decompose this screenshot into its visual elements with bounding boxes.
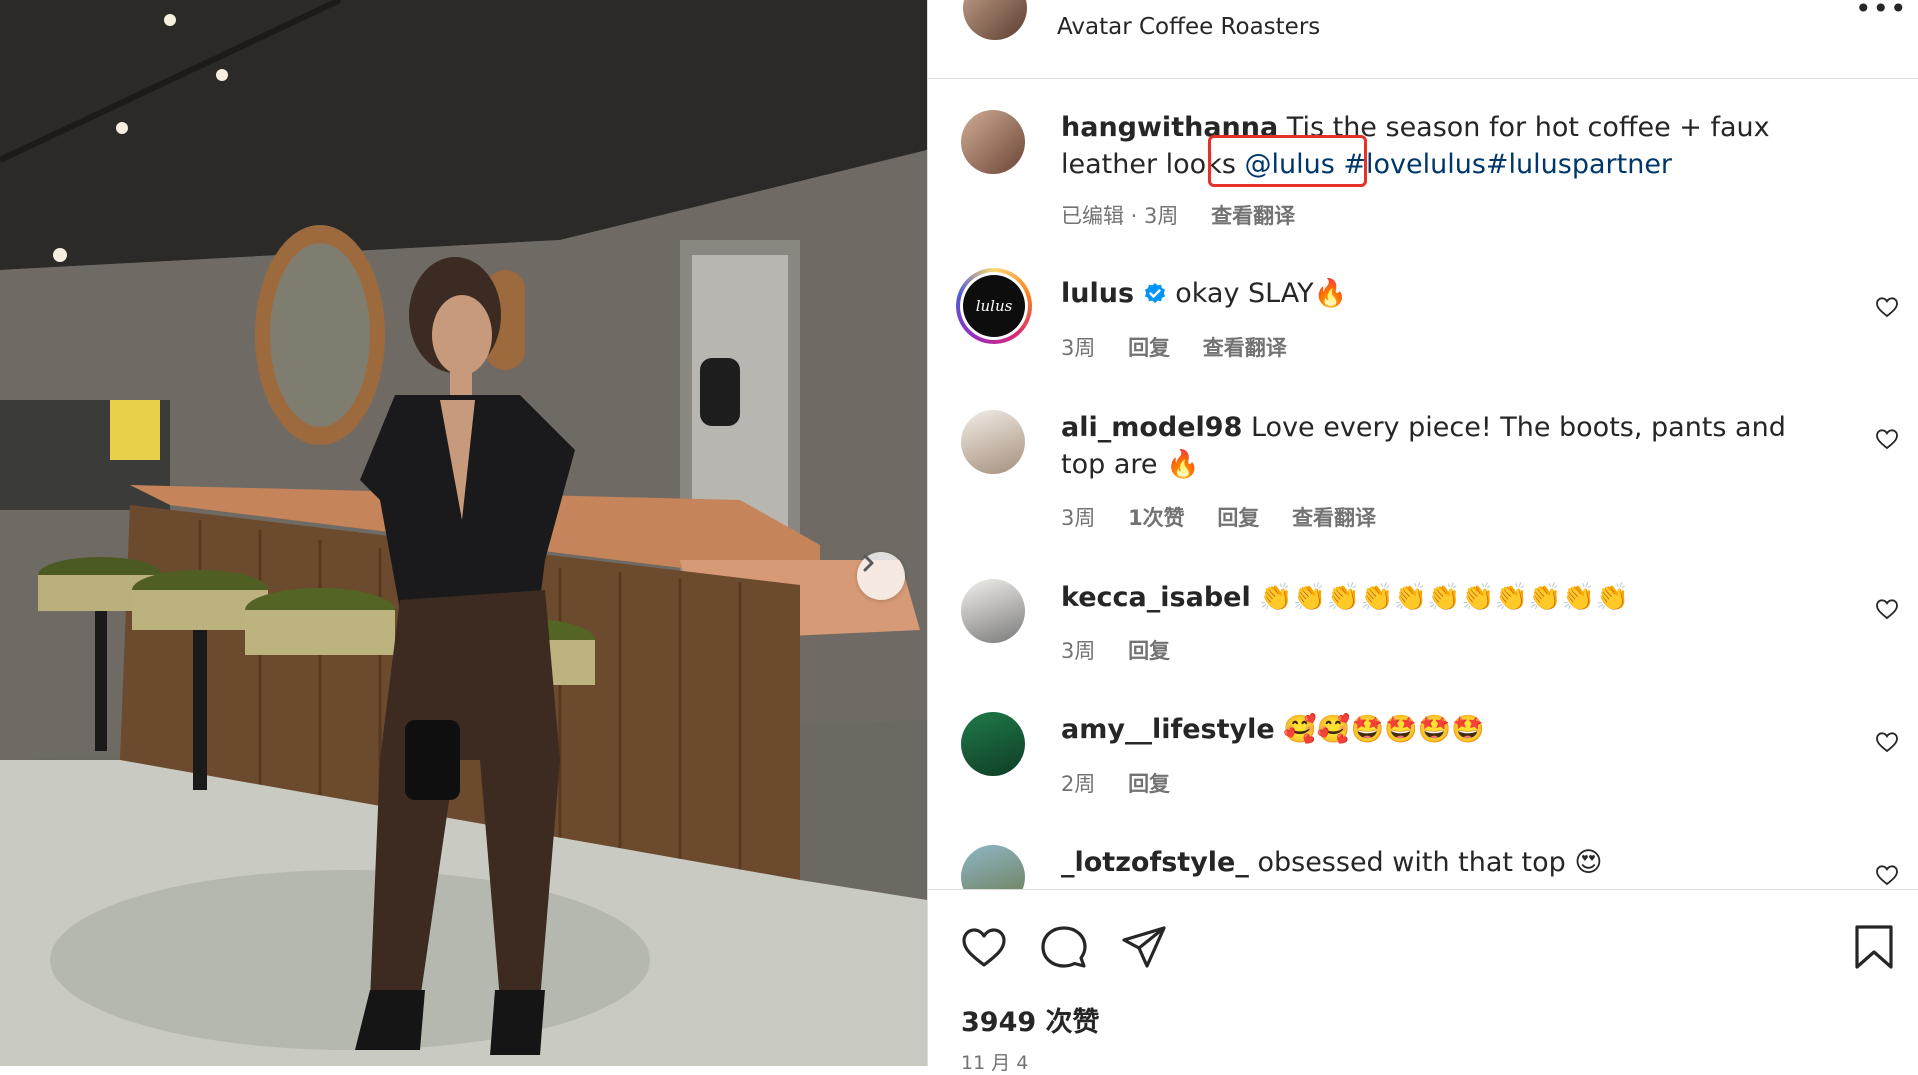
story-ring[interactable]: lulus (956, 268, 1032, 344)
comment-time: 3周 (1061, 639, 1096, 663)
caption-author-avatar[interactable] (961, 110, 1025, 174)
photo-illustration (0, 0, 927, 1066)
likes-count[interactable]: 3949 次赞 (961, 1000, 1100, 1039)
translate-button[interactable]: 查看翻译 (1292, 506, 1376, 530)
comment-like-icon[interactable] (1875, 863, 1899, 887)
comment-time: 2周 (1061, 772, 1096, 796)
comment-like-icon[interactable] (1875, 427, 1899, 451)
caption-translate-button[interactable]: 查看翻译 (1211, 204, 1295, 228)
verified-badge-icon (1144, 283, 1165, 303)
caption-text: hangwithanna Tis the season for hot coff… (1061, 109, 1831, 183)
comment-like-icon[interactable] (1875, 597, 1899, 621)
comment-avatar[interactable] (961, 579, 1025, 643)
share-icon[interactable] (1119, 922, 1169, 972)
comment-time: 3周 (1061, 336, 1096, 360)
bookmark-icon[interactable] (1849, 922, 1899, 972)
reply-button[interactable]: 回复 (1128, 639, 1170, 663)
post-header: Avatar Coffee Roasters ••• (927, 0, 1918, 79)
comment-avatar[interactable] (961, 845, 1025, 889)
comment-body: okay SLAY🔥 (1175, 278, 1348, 309)
post-panel: Avatar Coffee Roasters ••• hangwithanna … (927, 0, 1918, 1074)
comment-text: amy__lifestyle 🥰🥰🤩🤩🤩🤩 (1061, 711, 1831, 748)
comment-likes-count[interactable]: 1次赞 (1128, 506, 1185, 530)
comment-body: 🥰🥰🤩🤩🤩🤩 (1283, 714, 1485, 745)
comment-like-icon[interactable] (1875, 295, 1899, 319)
post-location[interactable]: Avatar Coffee Roasters (1057, 14, 1320, 40)
comment-text: lulus okay SLAY🔥 (1061, 275, 1831, 312)
comment-username[interactable]: _lotzofstyle_ (1061, 847, 1249, 878)
translate-button[interactable]: 查看翻译 (1203, 336, 1287, 360)
caption-meta: 已编辑 · 3周 查看翻译 (1061, 200, 1321, 230)
comment-meta: 3周 回复 查看翻译 (1061, 332, 1313, 362)
post-photo (0, 0, 927, 1066)
comment-username[interactable]: amy__lifestyle (1061, 714, 1275, 745)
comment-meta: 3周 1次赞 回复 查看翻译 (1061, 502, 1402, 532)
comment-time: 3周 (1061, 506, 1096, 530)
comment-icon[interactable] (1039, 922, 1089, 972)
chevron-right-icon (863, 554, 874, 572)
comment-body: 👏👏👏👏👏👏👏👏👏👏👏 (1259, 582, 1630, 613)
comment-avatar[interactable] (961, 712, 1025, 776)
reply-button[interactable]: 回复 (1217, 506, 1259, 530)
lulus-avatar: lulus (963, 275, 1025, 337)
reply-button[interactable]: 回复 (1128, 772, 1170, 796)
caption-edited-time: 已编辑 · 3周 (1061, 204, 1179, 228)
comment-avatar[interactable] (961, 410, 1025, 474)
comment-text: _lotzofstyle_ obsessed with that top 😍 (1061, 844, 1831, 881)
comment-meta: 2周 回复 (1061, 768, 1196, 798)
comments-list: hangwithanna Tis the season for hot coff… (927, 79, 1918, 889)
post-date: 11 月 4 (961, 1052, 1029, 1074)
action-bar: 3949 次赞 11 月 4 (927, 889, 1918, 1074)
comment-username[interactable]: lulus (1061, 278, 1134, 309)
comment-body: obsessed with that top 😍 (1257, 847, 1603, 878)
hashtag-highlight-box (1208, 135, 1367, 187)
comment-text: ali_model98 Love every piece! The boots,… (1061, 409, 1831, 483)
reply-button[interactable]: 回复 (1128, 336, 1170, 360)
comment-meta: 3周 回复 (1061, 635, 1196, 665)
more-options-icon[interactable]: ••• (1855, 0, 1908, 23)
caption-hashtag-luluspartner[interactable]: #luluspartner (1486, 149, 1672, 180)
author-avatar[interactable] (963, 0, 1027, 40)
carousel-next-button[interactable] (857, 552, 905, 600)
comment-like-icon[interactable] (1875, 730, 1899, 754)
comment-text: kecca_isabel 👏👏👏👏👏👏👏👏👏👏👏 (1061, 579, 1831, 616)
comment-username[interactable]: ali_model98 (1061, 412, 1242, 443)
heart-icon[interactable] (959, 922, 1009, 972)
comment-username[interactable]: kecca_isabel (1061, 582, 1251, 613)
